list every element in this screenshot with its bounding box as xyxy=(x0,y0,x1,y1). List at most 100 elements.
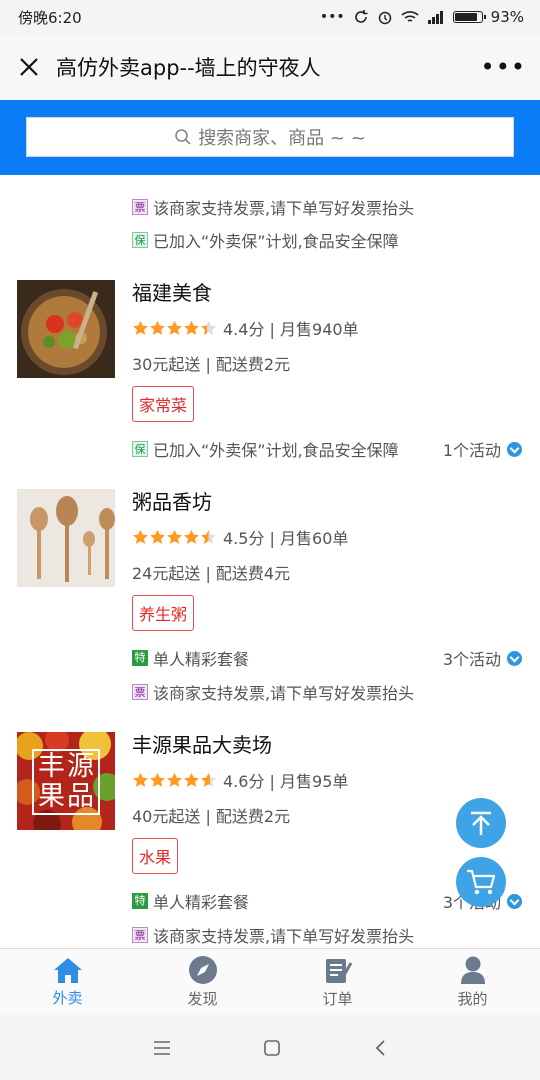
user-icon xyxy=(460,956,485,984)
tab-label: 订单 xyxy=(322,990,353,1008)
order-icon xyxy=(325,959,352,983)
status-icons: ••• 93% xyxy=(320,8,524,26)
info-text: 该商家支持发票,请下单写好发票抬头 xyxy=(153,927,415,946)
star-icon xyxy=(184,320,199,335)
rating-stars xyxy=(132,320,217,336)
info-text: 已加入“外卖保”计划,食品安全保障 xyxy=(153,232,399,251)
star-icon xyxy=(150,320,165,335)
wifi-icon xyxy=(401,11,419,22)
star-icon xyxy=(167,529,182,544)
tab-discover[interactable]: 发现 xyxy=(135,949,270,1015)
shop-info-line: 保 已加入“外卖保”计划,食品安全保障 xyxy=(132,437,399,461)
shop-rating: 4.6分 | 月售95单 xyxy=(132,768,348,792)
shop-info-line: 保 已加入“外卖保”计划,食品安全保障 xyxy=(132,228,399,252)
signal-icon xyxy=(427,11,443,24)
shop-rating: 4.5分 | 月售60单 xyxy=(132,525,348,549)
star-icon xyxy=(167,772,182,787)
shop-info-line: 特 单人精彩套餐 xyxy=(132,646,249,670)
shop-image: 丰源果品 xyxy=(17,732,115,830)
invoice-badge: 票 xyxy=(132,927,148,943)
back-icon[interactable] xyxy=(373,1039,387,1057)
chevron-down-icon xyxy=(507,650,522,666)
bottom-tab-bar: 外卖 发现 订单 我的 xyxy=(0,948,540,1015)
delivery-fee: 24元起送 | 配送费4元 xyxy=(132,564,291,583)
delivery-fee: 30元起送 | 配送费2元 xyxy=(132,355,291,374)
search-placeholder: 搜索商家、商品 ~ ~ xyxy=(198,128,366,149)
cart-button[interactable] xyxy=(456,857,506,907)
star-icon xyxy=(201,529,216,544)
arrow-up-icon xyxy=(471,811,491,835)
special-badge: 特 xyxy=(132,893,148,909)
star-icon xyxy=(184,529,199,544)
star-icon xyxy=(150,772,165,787)
activity-count: 1个活动 xyxy=(442,441,501,460)
shop-info-line: 特 单人精彩套餐 xyxy=(132,889,249,913)
delivery-fee: 40元起送 | 配送费2元 xyxy=(132,807,291,826)
back-to-top-button[interactable] xyxy=(456,798,506,848)
star-icon xyxy=(133,529,148,544)
rating-text: 4.4分 | 月售940单 xyxy=(223,320,359,339)
shop-name: 丰源果品大卖场 xyxy=(132,733,272,757)
star-icon xyxy=(201,772,216,787)
menu-icon[interactable] xyxy=(153,1040,171,1056)
tab-mine[interactable]: 我的 xyxy=(405,949,540,1015)
star-icon xyxy=(201,320,216,335)
info-text: 该商家支持发票,请下单写好发票抬头 xyxy=(153,199,415,218)
category-tag[interactable]: 家常菜 xyxy=(132,386,195,422)
star-icon xyxy=(184,772,199,787)
shop-name: 粥品香坊 xyxy=(132,490,212,514)
info-text: 已加入“外卖保”计划,食品安全保障 xyxy=(153,441,399,460)
alarm-icon xyxy=(378,11,391,25)
shop-info-line: 票 该商家支持发票,请下单写好发票抬头 xyxy=(132,680,414,704)
insurance-badge: 保 xyxy=(132,441,148,457)
close-button[interactable] xyxy=(14,52,44,82)
chevron-down-icon xyxy=(507,441,522,457)
search-band: 搜索商家、商品 ~ ~ xyxy=(0,100,540,175)
chevron-down-icon xyxy=(507,893,522,909)
invoice-badge: 票 xyxy=(132,684,148,700)
activity-count: 3个活动 xyxy=(442,650,501,669)
tab-orders[interactable]: 订单 xyxy=(270,949,405,1015)
star-icon xyxy=(167,320,182,335)
rating-stars xyxy=(132,529,217,545)
shop-name: 福建美食 xyxy=(132,281,212,305)
activity-toggle[interactable]: 1个活动 xyxy=(443,437,522,461)
info-text: 单人精彩套餐 xyxy=(153,650,250,669)
shop-rating: 4.4分 | 月售940单 xyxy=(132,316,359,340)
tab-waimai[interactable]: 外卖 xyxy=(0,949,135,1015)
status-time: 傍晚6:20 xyxy=(18,8,82,27)
invoice-badge: 票 xyxy=(132,199,148,215)
star-icon xyxy=(133,772,148,787)
sync-icon xyxy=(354,10,368,23)
rating-stars xyxy=(132,772,217,788)
rating-text: 4.6分 | 月售95单 xyxy=(223,772,349,791)
info-text: 单人精彩套餐 xyxy=(153,893,250,912)
search-input[interactable]: 搜索商家、商品 ~ ~ xyxy=(26,117,514,157)
shop-info-line: 票 该商家支持发票,请下单写好发票抬头 xyxy=(132,195,414,219)
activity-toggle[interactable]: 3个活动 xyxy=(443,646,522,670)
special-badge: 特 xyxy=(132,650,148,666)
star-icon xyxy=(133,320,148,335)
tab-label: 我的 xyxy=(457,990,488,1008)
cart-icon xyxy=(467,869,496,895)
tab-label: 发现 xyxy=(187,990,218,1008)
home-square-icon[interactable] xyxy=(263,1039,281,1057)
shop-logo-text: 丰源果品 xyxy=(38,751,96,812)
rating-text: 4.5分 | 月售60单 xyxy=(223,529,349,548)
title-bar: 高仿外卖app--墙上的守夜人 ••• xyxy=(0,34,540,100)
more-menu-button[interactable]: ••• xyxy=(481,53,526,81)
category-tag[interactable]: 水果 xyxy=(132,838,179,874)
notification-dots-icon: ••• xyxy=(319,9,345,25)
category-tag[interactable]: 养生粥 xyxy=(132,595,195,631)
star-icon xyxy=(150,529,165,544)
search-icon xyxy=(175,129,191,145)
page-title: 高仿外卖app--墙上的守夜人 xyxy=(56,56,321,80)
compass-icon xyxy=(188,956,217,984)
shop-image xyxy=(17,489,115,587)
home-icon xyxy=(53,958,82,983)
shop-info-line: 票 该商家支持发票,请下单写好发票抬头 xyxy=(132,923,414,947)
system-nav-bar xyxy=(0,1015,540,1080)
tab-label: 外卖 xyxy=(52,989,83,1007)
battery-percent: 93% xyxy=(490,8,524,26)
shop-image xyxy=(17,280,115,378)
